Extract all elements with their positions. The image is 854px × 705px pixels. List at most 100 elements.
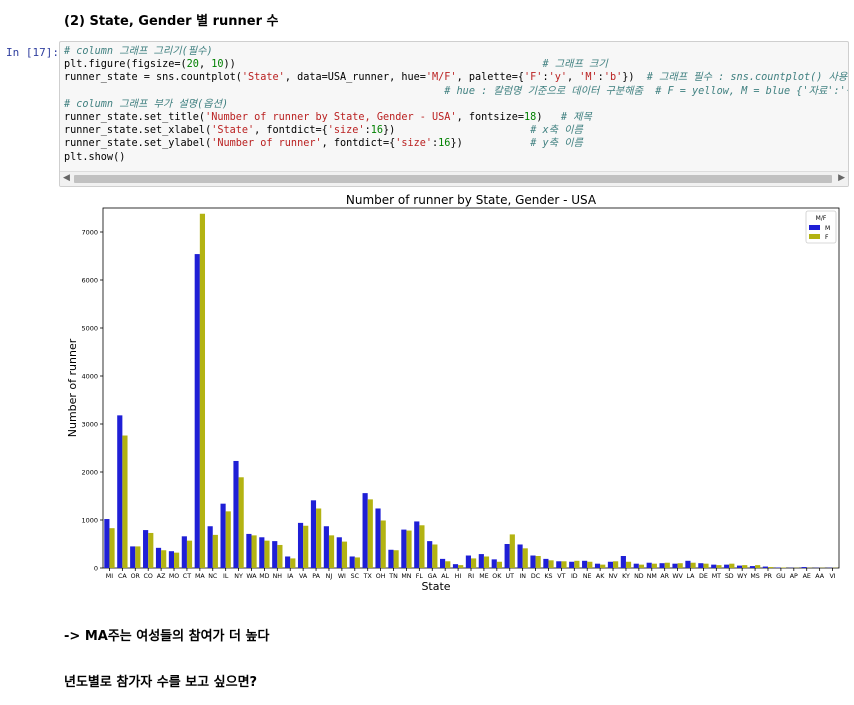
bar-F-WV (677, 563, 683, 568)
y-tick-label: 4000 (81, 373, 98, 381)
bar-F-DE (703, 563, 709, 568)
cell-prompt: In [17]: (6, 46, 59, 59)
bar-F-NJ (328, 535, 335, 568)
bar-F-WI (341, 541, 348, 568)
scroll-left-icon[interactable]: ◀ (63, 173, 70, 183)
bar-M-TN (388, 549, 394, 568)
bar-M-MN (401, 529, 407, 568)
bar-F-CO (148, 532, 154, 568)
bar-F-MI (109, 528, 115, 568)
legend-label-F: F (825, 234, 829, 241)
code-token: 'M/F' (425, 72, 457, 84)
legend-label-M: M (825, 225, 830, 232)
bar-M-PA (310, 500, 317, 568)
x-tick-label: MT (712, 573, 721, 580)
code-line: runner_state.set_title('Number of runner… (64, 111, 848, 124)
bar-F-LA (690, 562, 696, 568)
x-tick-label: KS (544, 573, 552, 580)
horizontal-scrollbar[interactable]: ◀ ▶ (60, 171, 848, 186)
y-tick-label: 0 (94, 565, 98, 573)
bar-F-OH (380, 520, 386, 568)
x-tick-label: SC (351, 573, 360, 580)
bar-F-AL (445, 561, 451, 568)
code-token: )) (223, 59, 543, 71)
x-tick-label: OH (376, 573, 386, 580)
x-tick-label: IN (519, 573, 526, 580)
bar-F-WA (251, 535, 257, 568)
x-tick-label: AA (815, 573, 824, 580)
x-tick-label: PR (764, 573, 773, 580)
bar-M-PR (762, 566, 768, 568)
code-editor[interactable]: # column 그래프 그리기(필수) plt.figure(figsize=(… (64, 45, 849, 164)
bar-F-VT (561, 561, 567, 568)
bar-F-OR (135, 546, 141, 568)
bar-M-AK (594, 563, 601, 568)
bar-M-NC (207, 526, 213, 568)
bar-F-IL (225, 511, 231, 568)
bar-F-KY (625, 561, 632, 568)
x-tick-label: LA (687, 573, 696, 580)
code-line: plt.figure(figsize=(20, 10)) # 그래프 크기 (64, 58, 848, 71)
code-token: # hue : 칼럼명 기준으로 데이터 구분해줌 # F = yellow, … (444, 85, 849, 97)
code-line: # column 그래프 그리기(필수) (64, 45, 848, 58)
bar-F-CA (122, 435, 128, 568)
code-cell[interactable]: # column 그래프 그리기(필수) plt.figure(figsize=(… (59, 41, 849, 187)
bar-F-WY (742, 565, 748, 568)
bar-M-DC (530, 555, 536, 568)
code-token: 16 (438, 138, 451, 150)
bar-M-MO (168, 551, 175, 568)
bar-M-CO (143, 530, 149, 568)
x-tick-label: AR (660, 573, 669, 580)
y-tick-label: 5000 (81, 325, 98, 333)
x-tick-label: IL (223, 573, 229, 580)
code-token: 'size' (327, 125, 365, 137)
code-token: 16 (370, 125, 383, 137)
bar-M-ID (569, 561, 575, 568)
x-tick-label: GU (776, 573, 786, 580)
x-tick-label: PA (312, 573, 320, 580)
bar-M-OH (375, 508, 381, 568)
bar-F-NM (651, 563, 657, 568)
code-token: 10 (211, 59, 224, 71)
bar-M-CT (181, 536, 187, 568)
bar-F-TX (367, 499, 373, 568)
x-tick-label: NE (583, 573, 592, 580)
x-tick-label: MO (169, 573, 179, 580)
chart-title: Number of runner by State, Gender - USA (346, 193, 597, 207)
x-tick-label: VI (829, 573, 835, 580)
x-tick-label: NH (273, 573, 283, 580)
x-tick-label: AK (596, 573, 605, 580)
bar-M-KS (543, 558, 549, 568)
bar-F-NH (277, 544, 283, 568)
bar-M-FL (414, 521, 420, 568)
x-tick-label: DC (531, 573, 541, 580)
bar-M-AE (801, 567, 807, 568)
bar-F-HI (458, 565, 464, 568)
bar-M-AR (659, 563, 665, 568)
bar-F-MO (174, 552, 180, 568)
bar-F-UT (509, 534, 515, 568)
bar-F-PA (316, 508, 322, 568)
code-token: # column 그래프 부가 설명(옵션) (64, 98, 229, 110)
y-tick-label: 1000 (81, 517, 98, 525)
x-tick-label: SD (725, 573, 734, 580)
x-tick-label: MD (259, 573, 269, 580)
legend-swatch-M (809, 225, 820, 230)
x-tick-label: WV (672, 573, 683, 580)
code-token: 'y' (548, 72, 567, 84)
section-heading: (2) State, Gender 별 runner 수 (64, 14, 279, 29)
bar-F-VA (303, 525, 309, 568)
bar-M-HI (452, 564, 459, 568)
bar-M-MT (711, 564, 717, 568)
bar-M-NY (233, 460, 239, 568)
code-token: ) (536, 112, 561, 124)
bar-M-OK (491, 559, 497, 568)
x-tick-label: ND (634, 573, 644, 580)
x-tick-label: VA (299, 573, 308, 580)
code-token: , fontdict={ (321, 138, 396, 150)
bar-M-MI (104, 519, 110, 568)
bar-F-ME (483, 556, 490, 568)
bar-M-SD (724, 564, 730, 568)
scrollbar-thumb[interactable] (74, 175, 832, 183)
scroll-right-icon[interactable]: ▶ (838, 173, 845, 183)
